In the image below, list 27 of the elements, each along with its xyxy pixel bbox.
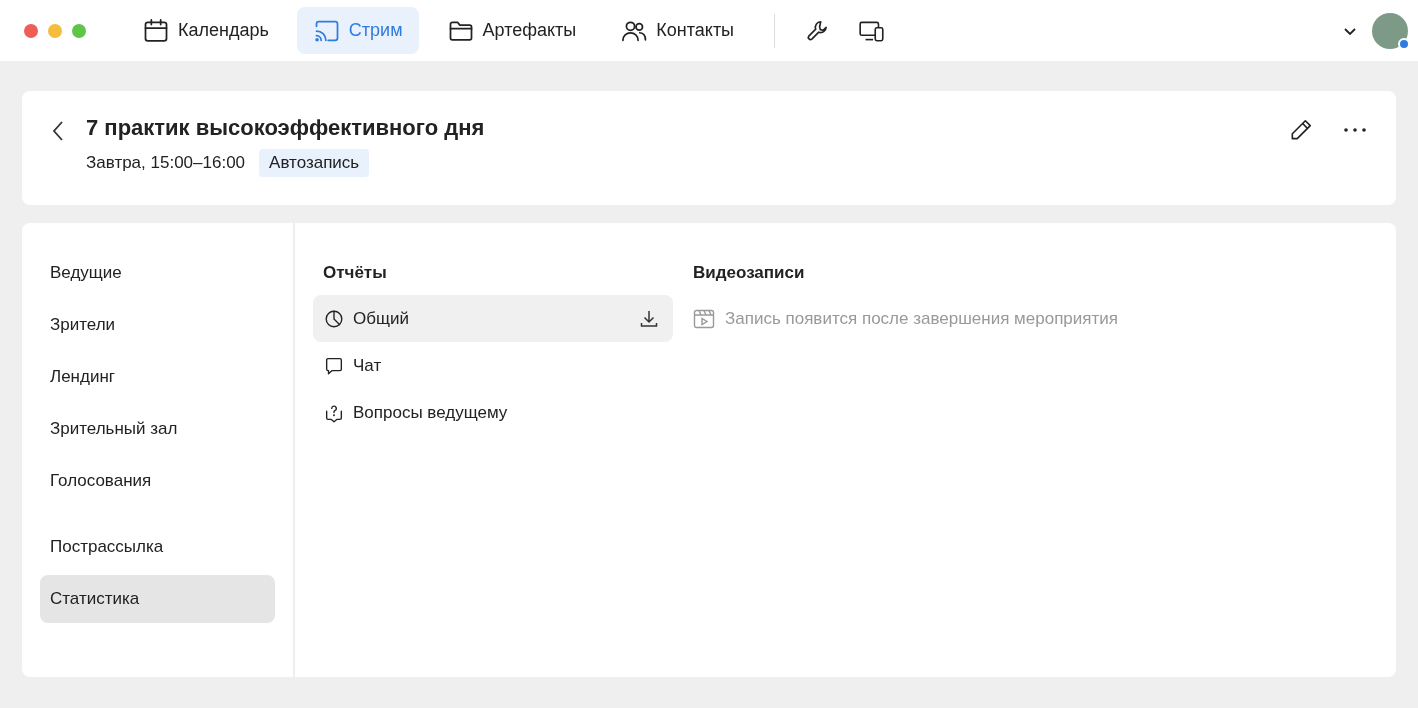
download-icon[interactable] <box>639 308 659 329</box>
section-heading: Отчёты <box>322 263 388 284</box>
back-icon[interactable] <box>52 119 66 143</box>
sidebar-item[interactable]: Зрители <box>40 301 275 349</box>
nav-tab[interactable]: Контакты <box>604 7 751 54</box>
video-file-icon <box>693 308 715 329</box>
avatar[interactable] <box>1372 12 1408 49</box>
nav-tab[interactable]: Календарь <box>126 7 285 54</box>
status-dot <box>1398 37 1410 50</box>
sidebar-item[interactable]: Ведущие <box>40 249 275 297</box>
sidebar-item[interactable]: Статистика <box>40 575 275 623</box>
event-title: 7 практик высокоэффективного дня <box>86 114 485 142</box>
sidebar-item[interactable]: Зрительный зал <box>40 405 275 453</box>
section-heading: Видеозаписи <box>692 263 806 284</box>
sidebar-item[interactable]: Лендинг <box>40 353 275 401</box>
close-button[interactable] <box>24 23 38 38</box>
autorecord-badge: Автозапись <box>259 149 370 177</box>
sidebar-item[interactable]: Пострассылка <box>40 523 275 571</box>
nav-tab[interactable]: Артефакты <box>430 7 593 54</box>
calendar-icon <box>142 16 170 45</box>
report-item[interactable]: Общий <box>313 295 673 342</box>
report-item[interactable]: Чат <box>313 342 673 389</box>
event-time: Завтра, 15:00–16:00 <box>86 153 246 173</box>
sidebar-item[interactable]: Голосования <box>40 457 275 505</box>
empty-message: Запись появится после завершения мероприятия <box>725 308 1118 329</box>
report-item[interactable]: Вопросы ведущему <box>313 389 673 436</box>
nav-tab[interactable]: Стрим <box>296 7 419 54</box>
